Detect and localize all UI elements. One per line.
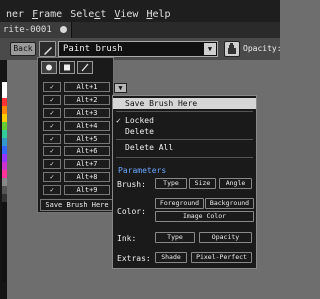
square-brush-button[interactable] [59, 61, 75, 74]
check-icon: ✓ [116, 116, 121, 125]
pencil-icon [44, 47, 52, 55]
slot-shortcut[interactable]: Alt+4 [64, 120, 110, 131]
color-param-label: Color: [117, 207, 146, 216]
slot-check[interactable]: ✓ [43, 159, 61, 170]
slot-shortcut[interactable]: Alt+7 [64, 159, 110, 170]
slot-shortcut[interactable]: Alt+6 [64, 146, 110, 157]
brush-slot-6[interactable]: ✓ Alt+6 [40, 145, 113, 158]
menu-item-delete-all[interactable]: Delete All [113, 142, 256, 153]
shade-param-button[interactable]: Shade [155, 252, 187, 263]
brush-slot-7[interactable]: ✓ Alt+7 [40, 158, 113, 171]
back-button[interactable]: Back [10, 42, 36, 56]
slot-check[interactable]: ✓ [43, 172, 61, 183]
foreground-param-button[interactable]: Foreground [155, 198, 204, 209]
slot-check[interactable]: ✓ [43, 94, 61, 105]
save-brush-button[interactable]: Save Brush Here [40, 199, 114, 211]
extras-param-label: Extras: [117, 254, 151, 263]
menu-item-delete[interactable]: Delete [113, 126, 256, 137]
circle-brush-button[interactable] [41, 61, 57, 74]
slot-shortcut[interactable]: Alt+1 [64, 82, 110, 92]
color-palette[interactable] [2, 82, 7, 282]
close-tab-icon[interactable] [60, 26, 67, 33]
brush-type-param-button[interactable]: Type [155, 178, 187, 189]
brush-slot-4[interactable]: ✓ Alt+4 [40, 120, 113, 133]
menu-item-save-brush-here[interactable]: Save Brush Here [113, 98, 256, 109]
background-param-button[interactable]: Background [205, 198, 254, 209]
menu-item-frame[interactable]: Frame [32, 9, 62, 20]
brush-select[interactable]: Paint brush ▼ [58, 41, 218, 57]
slot-check[interactable]: ✓ [43, 82, 61, 92]
slot-shortcut[interactable]: Alt+3 [64, 107, 110, 118]
slot-check[interactable]: ✓ [43, 107, 61, 118]
pixel-perfect-param-button[interactable]: Pixel-Perfect [191, 252, 252, 263]
slot-check[interactable]: ✓ [43, 146, 61, 157]
brush-param-label: Brush: [117, 180, 146, 189]
menu-item-partial[interactable]: ner [6, 9, 24, 20]
slot-check[interactable]: ✓ [43, 133, 61, 144]
circle-icon [46, 64, 52, 71]
ink-type-param-button[interactable]: Type [155, 232, 195, 243]
menu-item-locked-label: Locked [125, 116, 154, 125]
brush-type-button[interactable] [39, 41, 56, 57]
parameters-title: Parameters [118, 166, 167, 175]
brush-slot-popup-menu: Save Brush Here ✓ Locked Delete Delete A… [112, 95, 257, 269]
brush-slot-8[interactable]: ✓ Alt+8 [40, 171, 113, 184]
slot-shortcut[interactable]: Alt+8 [64, 172, 110, 183]
slot-shortcut[interactable]: Alt+2 [64, 94, 110, 105]
square-icon [64, 64, 70, 71]
brush-slot-9[interactable]: ✓ Alt+9 [40, 184, 113, 197]
menu-item-locked[interactable]: ✓ Locked [113, 115, 256, 126]
ink-opacity-param-button[interactable]: Opacity [199, 232, 252, 243]
brushes-panel: ✓ Alt+1 ✓ Alt+2 ✓ Alt+3 ✓ Alt+4 ✓ Alt+5 ✓ Alt+… [37, 57, 114, 213]
brush-slot-3[interactable]: ✓ Alt+3 [40, 107, 113, 120]
brush-slot-2[interactable]: ✓ Alt+2 [40, 94, 113, 107]
brush-select-value: Paint brush [63, 44, 123, 54]
brush-size-param-button[interactable]: Size [189, 178, 216, 189]
slot-shortcut[interactable]: Alt+5 [64, 133, 110, 144]
menu-item-help[interactable]: Help [146, 9, 170, 20]
image-color-param-button[interactable]: Image Color [155, 211, 254, 222]
line-icon [81, 63, 89, 72]
ink-param-label: Ink: [117, 234, 137, 243]
menu-bar: ner Frame Select View Help [0, 0, 280, 22]
brush-angle-param-button[interactable]: Angle [219, 178, 252, 189]
brush-slots: ✓ Alt+1 ✓ Alt+2 ✓ Alt+3 ✓ Alt+4 ✓ Alt+5 ✓ Alt+… [40, 81, 113, 197]
menu-separator [116, 111, 253, 112]
menu-separator [116, 157, 253, 158]
menu-item-select[interactable]: Select [70, 9, 106, 20]
document-tab[interactable]: rite-0001 [0, 22, 72, 38]
opacity-label: Opacity: [243, 44, 282, 53]
line-brush-button[interactable] [77, 61, 93, 74]
menu-item-view[interactable]: View [114, 9, 138, 20]
paint-bucket-icon [228, 43, 236, 54]
brush-slot-5[interactable]: ✓ Alt+5 [40, 133, 113, 146]
brush-slot-1[interactable]: ✓ Alt+1 [40, 81, 113, 94]
menu-separator [116, 139, 253, 140]
slot-check[interactable]: ✓ [43, 120, 61, 131]
slot-shortcut[interactable]: Alt+9 [64, 185, 110, 196]
slot-menu-arrow-button[interactable]: ▼ [114, 83, 127, 93]
slot-check[interactable]: ✓ [43, 185, 61, 196]
chevron-down-icon[interactable]: ▼ [204, 43, 216, 55]
document-tab-label: rite-0001 [3, 25, 52, 35]
tab-bar: rite-0001 [0, 22, 280, 38]
paint-bucket-button[interactable] [224, 41, 240, 57]
